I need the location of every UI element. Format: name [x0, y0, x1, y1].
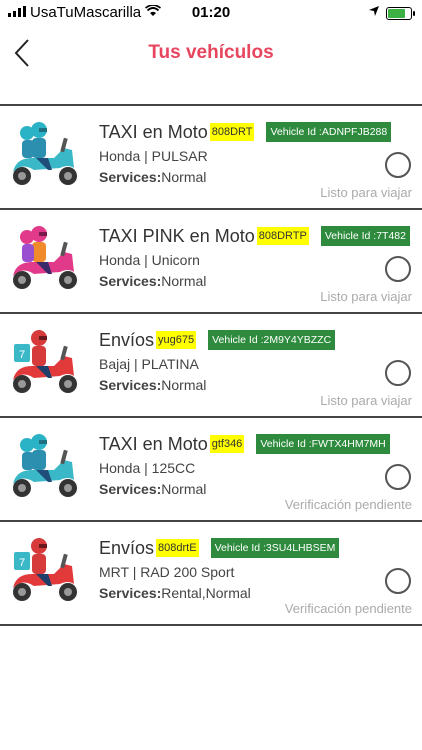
vehicle-header-line: Envíos yug675 Vehicle Id :2M9Y4YBZZC	[99, 328, 417, 352]
vehicle-card[interactable]: TAXI en Moto gtf346 Vehicle Id :FWTX4HM7…	[0, 418, 422, 522]
page-title: Tus vehículos	[148, 42, 274, 63]
services-label: Services:	[99, 585, 162, 601]
vehicle-services: Services:Normal	[99, 481, 206, 497]
vehicle-status: Listo para viajar	[320, 185, 412, 200]
services-value: Rental,Normal	[161, 585, 251, 601]
plate-badge: gtf346	[209, 435, 245, 453]
vehicle-type: TAXI en Moto	[99, 433, 208, 454]
pink-taxi-moto-icon	[8, 222, 82, 292]
battery-level	[388, 8, 405, 18]
vehicle-header-line: Envíos 808drtE Vehicle Id :3SU4LHBSEM	[99, 536, 417, 560]
vehicle-id-badge: Vehicle Id :7T482	[320, 226, 410, 246]
vehicle-list: TAXI en Moto 808DRT Vehicle Id :ADNPFJB2…	[0, 104, 422, 626]
plate-badge: 808DRTP	[256, 227, 309, 245]
vehicle-card[interactable]: TAXI en Moto 808DRT Vehicle Id :ADNPFJB2…	[0, 104, 422, 210]
taxi-moto-icon	[8, 430, 82, 500]
vehicle-status: Verificación pendiente	[284, 497, 412, 512]
vehicle-card[interactable]: Envíos yug675 Vehicle Id :2M9Y4YBZZC Baj…	[0, 314, 422, 418]
plate-badge: yug675	[156, 331, 197, 349]
vehicle-status: Listo para viajar	[320, 289, 412, 304]
navigation-bar: Tus vehículos	[0, 28, 422, 78]
delivery-moto-icon	[8, 326, 82, 396]
vehicle-id-badge: Vehicle Id :ADNPFJB288	[266, 122, 392, 142]
services-value: Normal	[161, 273, 207, 289]
vehicle-header-line: TAXI en Moto 808DRT Vehicle Id :ADNPFJB2…	[99, 120, 417, 144]
services-label: Services:	[99, 169, 162, 185]
delivery-moto-icon	[8, 534, 82, 604]
status-bar: UsaTuMascarilla 01:20	[0, 0, 422, 24]
vehicle-status: Listo para viajar	[320, 393, 412, 408]
vehicle-type: Envíos	[99, 537, 155, 558]
taxi-moto-icon	[8, 118, 82, 188]
vehicle-id-badge: Vehicle Id :2M9Y4YBZZC	[208, 330, 336, 350]
vehicle-model: Bajaj | PLATINA	[99, 356, 199, 372]
vehicle-type: TAXI en Moto	[99, 121, 208, 142]
vehicle-model: Honda | Unicorn	[99, 252, 200, 268]
vehicle-model: Honda | 125CC	[99, 460, 196, 476]
plate-badge: 808drtE	[156, 539, 199, 557]
vehicle-model: Honda | PULSAR	[99, 148, 208, 164]
vehicle-id-badge: Vehicle Id :3SU4LHBSEM	[210, 538, 340, 558]
select-radio[interactable]	[385, 464, 411, 490]
vehicle-id-badge: Vehicle Id :FWTX4HM7MH	[256, 434, 390, 454]
select-radio[interactable]	[385, 568, 411, 594]
select-radio[interactable]	[385, 360, 411, 386]
vehicle-services: Services:Normal	[99, 273, 206, 289]
vehicle-model: MRT | RAD 200 Sport	[99, 564, 235, 580]
services-label: Services:	[99, 481, 162, 497]
vehicle-services: Services:Normal	[99, 377, 206, 393]
vehicle-header-line: TAXI PINK en Moto 808DRTP Vehicle Id :7T…	[99, 224, 417, 248]
services-label: Services:	[99, 273, 162, 289]
vehicle-services: Services:Normal	[99, 169, 206, 185]
vehicle-type: Envíos	[99, 329, 155, 350]
battery-cap	[413, 10, 415, 16]
vehicle-card[interactable]: TAXI PINK en Moto 808DRTP Vehicle Id :7T…	[0, 210, 422, 314]
vehicle-header-line: TAXI en Moto gtf346 Vehicle Id :FWTX4HM7…	[99, 432, 417, 456]
location-arrow-icon	[368, 4, 380, 22]
services-label: Services:	[99, 377, 162, 393]
vehicle-status: Verificación pendiente	[284, 601, 412, 616]
select-radio[interactable]	[385, 256, 411, 282]
plate-badge: 808DRT	[209, 123, 255, 141]
services-value: Normal	[161, 377, 207, 393]
vehicle-card[interactable]: Envíos 808drtE Vehicle Id :3SU4LHBSEM MR…	[0, 522, 422, 626]
vehicle-type: TAXI PINK en Moto	[99, 225, 255, 246]
services-value: Normal	[161, 169, 207, 185]
battery-icon	[386, 6, 415, 20]
status-time: 01:20	[191, 4, 231, 21]
status-right-group	[368, 4, 415, 22]
select-radio[interactable]	[385, 152, 411, 178]
services-value: Normal	[161, 481, 207, 497]
vehicle-services: Services:Rental,Normal	[99, 585, 251, 601]
